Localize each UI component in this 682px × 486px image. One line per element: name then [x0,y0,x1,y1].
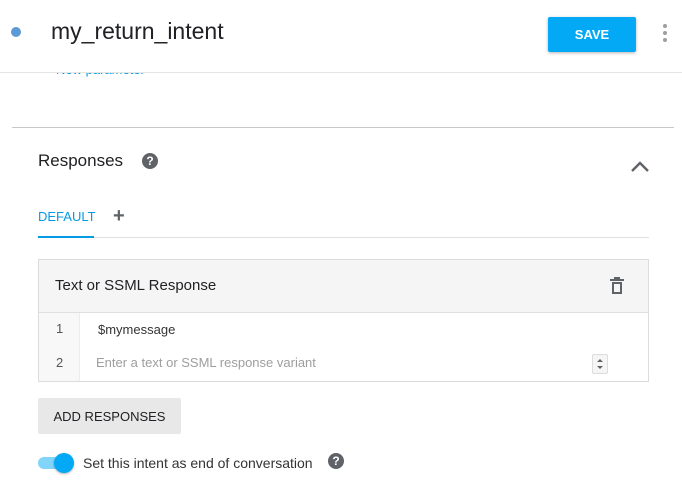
save-button[interactable]: SAVE [548,17,636,52]
status-dot [11,27,21,37]
tabs-divider [38,237,649,238]
text-response-card: Text or SSML Response 1 $mymessage 2 [38,259,649,382]
end-conversation-label: Set this intent as end of conversation [83,455,313,471]
help-icon[interactable]: ? [328,453,344,469]
response-line-1[interactable]: $mymessage [98,322,175,337]
tab-default[interactable]: DEFAULT [38,209,96,224]
card-title: Text or SSML Response [55,277,217,294]
intent-header: my_return_intent SAVE [0,0,682,73]
more-vert-icon[interactable] [660,24,670,44]
add-responses-button[interactable]: ADD RESPONSES [38,398,181,434]
line-number: 1 [56,321,64,336]
card-header: Text or SSML Response [39,260,648,313]
chevron-up-icon[interactable] [628,156,652,176]
intent-title[interactable]: my_return_intent [51,18,224,45]
resize-stepper-icon[interactable] [592,354,608,374]
section-divider [12,127,674,128]
end-conversation-toggle[interactable] [38,453,76,473]
active-tab-indicator [38,236,94,238]
response-variant-input[interactable] [96,352,596,372]
line-number: 2 [56,355,64,370]
delete-icon[interactable] [609,277,625,295]
add-tab-icon[interactable]: + [113,205,125,228]
help-icon[interactable]: ? [142,153,158,169]
responses-title: Responses [38,151,124,170]
